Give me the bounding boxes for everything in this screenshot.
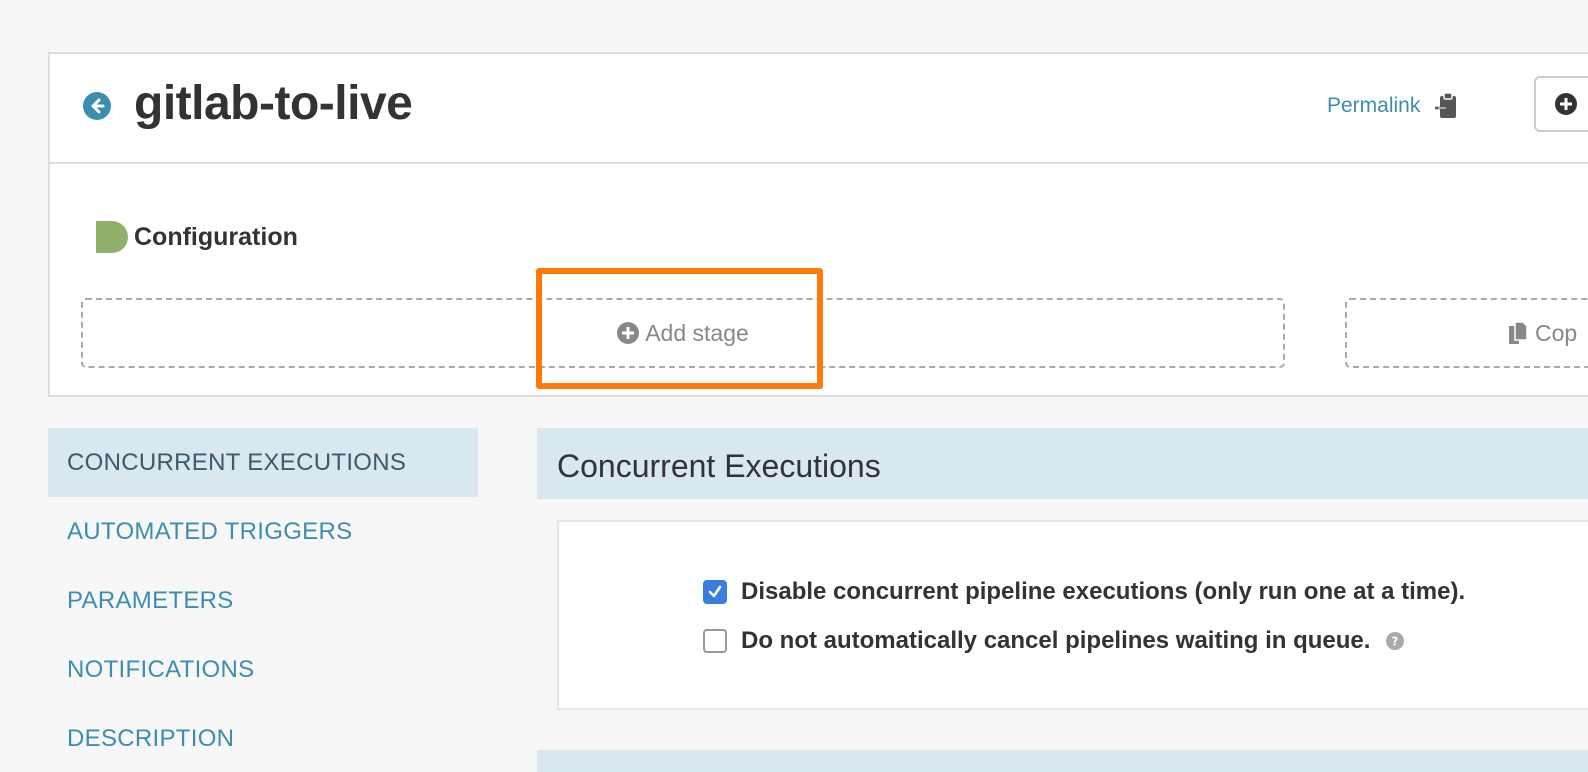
svg-text:?: ? bbox=[1392, 635, 1399, 649]
disable-concurrent-label: Disable concurrent pipeline executions (… bbox=[741, 578, 1466, 605]
nav-item-automated-triggers[interactable]: AUTOMATED TRIGGERS bbox=[48, 497, 478, 566]
concurrent-options-panel: Disable concurrent pipeline executions (… bbox=[557, 520, 1588, 710]
next-section-header bbox=[537, 750, 1588, 772]
disable-concurrent-checkbox[interactable] bbox=[703, 580, 727, 604]
no-auto-cancel-label: Do not automatically cancel pipelines wa… bbox=[741, 627, 1371, 654]
nav-item-notifications[interactable]: NOTIFICATIONS bbox=[48, 635, 478, 704]
add-stage-button[interactable]: Add stage bbox=[81, 298, 1285, 368]
pipeline-config-page: gitlab-to-live Permalink Configuration A… bbox=[0, 0, 1588, 772]
copy-stage-label: Cop bbox=[1535, 319, 1578, 346]
nav-item-concurrent-executions[interactable]: CONCURRENT EXECUTIONS bbox=[48, 428, 478, 497]
configuration-stage-icon bbox=[96, 221, 128, 253]
configuration-stage[interactable]: Configuration bbox=[96, 221, 298, 253]
question-circle-icon[interactable]: ? bbox=[1386, 632, 1405, 650]
pipeline-header: gitlab-to-live Permalink bbox=[50, 54, 1588, 164]
section-header: Concurrent Executions bbox=[537, 428, 1588, 499]
section-title: Concurrent Executions bbox=[557, 448, 881, 484]
clipboard-icon[interactable] bbox=[1434, 92, 1460, 120]
plus-circle-icon bbox=[617, 322, 640, 344]
nav-item-description[interactable]: DESCRIPTION bbox=[48, 704, 478, 772]
plus-circle-icon bbox=[1555, 93, 1577, 115]
add-button[interactable] bbox=[1534, 76, 1588, 132]
pipeline-header-card: gitlab-to-live Permalink Configuration A… bbox=[48, 52, 1588, 397]
nav-item-parameters[interactable]: PARAMETERS bbox=[48, 566, 478, 635]
copy-icon bbox=[1509, 321, 1528, 344]
no-auto-cancel-checkbox[interactable] bbox=[703, 629, 727, 653]
disable-concurrent-option[interactable]: Disable concurrent pipeline executions (… bbox=[703, 578, 1465, 606]
permalink-label: Permalink bbox=[1327, 94, 1421, 117]
arrow-left-circle-icon[interactable] bbox=[83, 92, 111, 120]
no-auto-cancel-option[interactable]: Do not automatically cancel pipelines wa… bbox=[703, 627, 1405, 655]
pipeline-title: gitlab-to-live bbox=[134, 77, 413, 130]
sidebar-nav: CONCURRENT EXECUTIONS AUTOMATED TRIGGERS… bbox=[48, 428, 478, 772]
permalink-link[interactable]: Permalink bbox=[1327, 92, 1460, 120]
configuration-label: Configuration bbox=[134, 222, 298, 251]
add-stage-label: Add stage bbox=[645, 319, 749, 346]
check-icon bbox=[708, 585, 722, 598]
copy-stage-button[interactable]: Cop bbox=[1345, 298, 1588, 368]
